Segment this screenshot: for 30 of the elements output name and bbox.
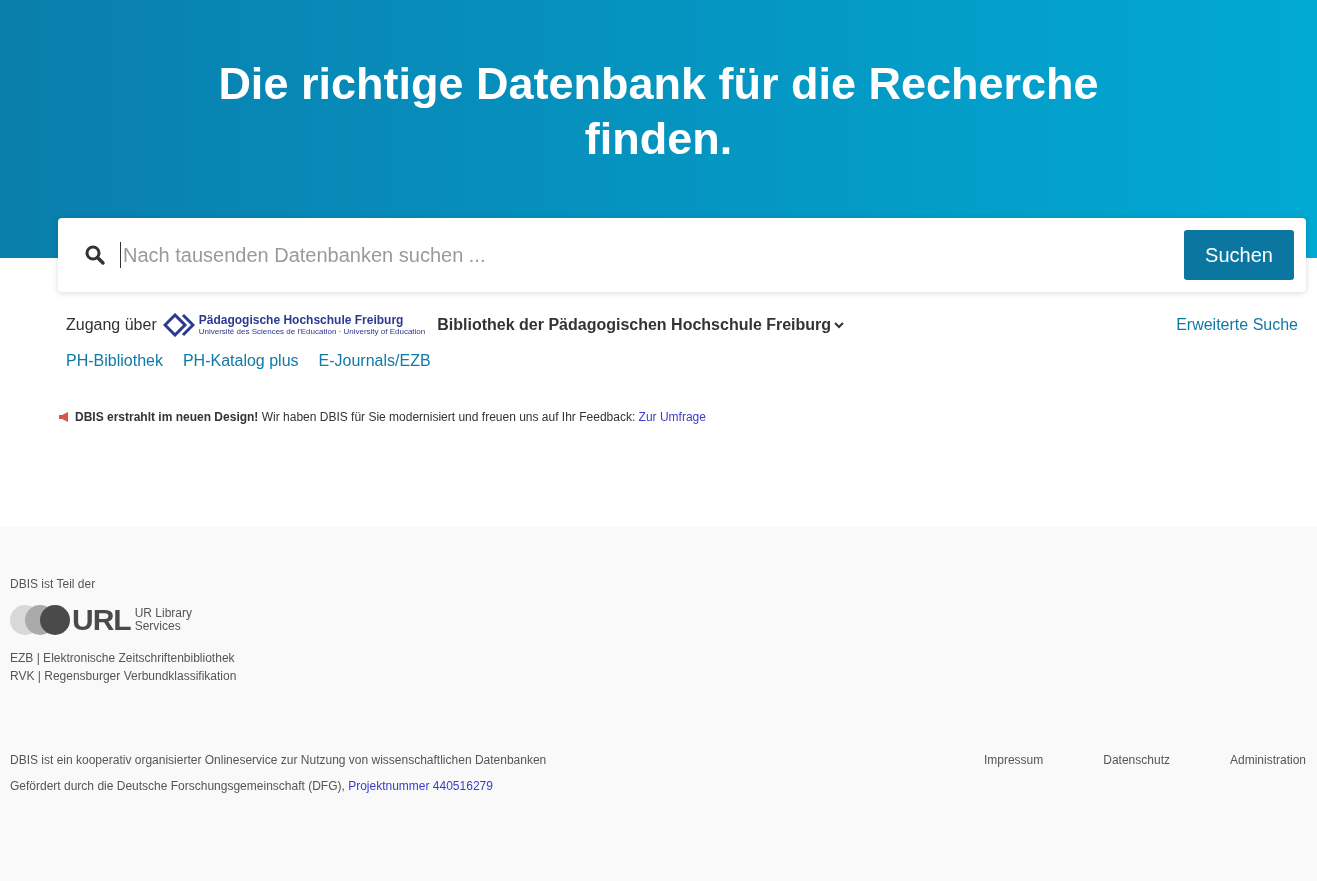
hero-title: Die richtige Datenbank für die Recherche finden. [217,57,1100,166]
logo-subtitle: UR Library [134,607,192,620]
logo-subtitle: Université des Sciences de l'Education · University of Education [198,328,426,336]
quick-link[interactable]: PH-Bibliothek [66,352,163,370]
circles-logo-icon [10,605,70,635]
logo-title: Pädagogische Hochschule Freiburg [198,314,405,326]
diamond-logo-icon [162,313,195,337]
service-link[interactable]: EZB | Elektronische Zeitschriftenbibliothek [10,649,1306,667]
service-link[interactable]: RVK | Regensburger Verbundklassifikation [10,667,1306,685]
search-icon [84,244,106,266]
quick-link[interactable]: E-Journals/EZB [318,352,431,370]
chevron-icon [834,321,845,329]
footer-link[interactable]: Administration [1229,753,1306,767]
logo-subtitle: Services [134,620,181,633]
notice-text: DBIS erstrahlt im neuen Design! Wir haben DBIS für Sie modernisiert und freuen uns auf Ihr Feedback: Zur Umfrage [75,410,706,424]
footer-link[interactable]: Datenschutz [1103,753,1170,767]
advanced-search-link[interactable]: Erweiterte Suche [1176,316,1298,334]
access-label: Zugang über [66,316,157,334]
institution-dropdown[interactable]: Bibliothek der Pädagogischen Hochschule Freiburg [437,316,845,334]
search-bar[interactable]: Nach tausenden Datenbanken suchen ... Suchen [58,218,1306,292]
survey-link[interactable]: Zur Umfrage [638,410,706,424]
megaphone-icon [58,412,70,422]
funding-text: Gefördert durch die Deutsche Forschungsgemeinschaft (DFG), Projektnummer 440516279 [10,778,494,795]
description-text: DBIS ist ein kooperativ organisierter Onlineservice zur Nutzung von wissenschaftlichen Datenbanken [10,752,547,769]
logo-wordmark: URL [72,603,131,637]
part-of-text: DBIS ist Teil der [10,577,97,591]
project-link[interactable]: Projektnummer 440516279 [348,779,493,793]
quick-link[interactable]: PH-Katalog plus [182,352,299,370]
footer-link[interactable]: Impressum [983,753,1044,767]
search-button[interactable]: Suchen [1184,230,1294,280]
